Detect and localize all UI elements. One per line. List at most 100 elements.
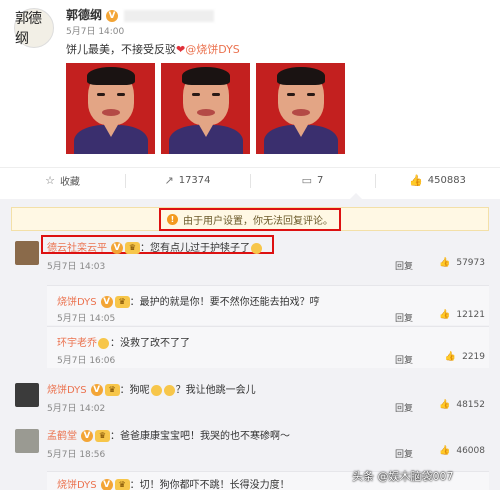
comment-text: 烧饼DYS V ♛ ：最护的就是你！要不然你还能去拍戏？哼 <box>57 293 320 308</box>
blurred-region <box>124 9 215 22</box>
comment-time: 5月7日 16:06 <box>57 356 116 366</box>
heart-icon: ❤ <box>176 43 186 56</box>
photo-grid <box>66 63 345 154</box>
comment-time: 5月7日 14:02 <box>47 404 106 414</box>
thumbs-up-icon: 👍 <box>439 310 451 320</box>
like-count: 450883 <box>427 175 466 186</box>
comment-body: ：切！狗你都吓不跳！长得没力度！ <box>129 480 290 490</box>
comment-body: ：您有点儿过于护犊子了 <box>140 243 250 254</box>
post-author-row: 郭德纲 V <box>66 6 215 23</box>
comment-body-continued: ？我让他跳一会儿 <box>175 385 256 396</box>
comment-text: 德云社栾云平 V ♛ ：您有点儿过于护犊子了 <box>47 239 263 254</box>
comment-author[interactable]: 孟鹤堂 <box>47 431 77 442</box>
avatar[interactable]: 郭德纲 <box>14 8 54 48</box>
thumbs-up-icon: 👍 <box>409 174 423 187</box>
avatar[interactable] <box>15 429 39 453</box>
reply-button[interactable]: 回复 <box>395 447 413 460</box>
thumbs-up-icon: 👍 <box>439 400 451 410</box>
emoji-icon <box>163 384 175 396</box>
avatar[interactable] <box>15 383 39 407</box>
comment-author[interactable]: 烧饼DYS <box>57 297 97 308</box>
notice-highlight: ! 由于用户设置，你无法回复评论。 <box>159 207 341 231</box>
thumbs-up-icon: 👍 <box>439 258 451 268</box>
thumbs-up-icon: 👍 <box>444 352 457 362</box>
comment-body: ：最护的就是你！要不然你还能去拍戏？哼 <box>129 297 320 308</box>
comment-count: 7 <box>317 175 324 186</box>
level-badge-icon: ♛ <box>125 242 140 254</box>
comment-author[interactable]: 烧饼DYS <box>57 480 97 490</box>
comment-like-count: 12121 <box>456 310 485 320</box>
comments-section: ! 由于用户设置，你无法回复评论。 德云社栾云平 V ♛ ：您有点儿过于护犊子了 5月7… <box>0 199 500 490</box>
comment-text: 孟鹤堂 V ♛ ：爸爸康康宝宝吧！我哭的也不寒碜啊～ <box>47 427 290 442</box>
comment-like-button[interactable]: 👍 2219 <box>445 352 485 362</box>
comment-author[interactable]: 环宇老乔 <box>57 338 97 349</box>
verified-badge-icon: V <box>100 479 113 490</box>
comment-body: ：爸爸康康宝宝吧！我哭的也不寒碜啊～ <box>110 431 290 442</box>
comment-time: 5月7日 14:05 <box>57 314 116 324</box>
level-badge-icon: ♛ <box>95 430 110 442</box>
level-badge-icon: ♛ <box>104 384 120 396</box>
comment-author[interactable]: 烧饼DYS <box>47 385 87 396</box>
watermark: 头条 @娱木脑袋007 <box>352 470 454 483</box>
notice-text: 由于用户设置，你无法回复评论。 <box>183 215 333 227</box>
comment-item: 德云社栾云平 V ♛ ：您有点儿过于护犊子了 5月7日 14:03 回复 👍 57973 <box>11 235 489 279</box>
avatar[interactable] <box>15 241 39 265</box>
post-text-body: 饼儿最美，不接受反驳 <box>66 43 176 56</box>
post-action-bar: ☆ 收藏 ↗ 17374 ▭ 7 👍 450883 <box>0 167 500 193</box>
post-photo[interactable] <box>161 63 250 154</box>
sub-comment-item: 环宇老乔 ：没救了改不了了 5月7日 16:06 回复 👍 2219 <box>47 326 489 368</box>
reply-button[interactable]: 回复 <box>395 353 413 366</box>
favorite-label: 收藏 <box>59 177 80 188</box>
post-text: 饼儿最美，不接受反驳❤@烧饼DYS <box>66 41 240 57</box>
comment-like-count: 46008 <box>456 446 485 456</box>
comment-button[interactable]: ▭ 7 <box>250 168 375 193</box>
post-photo[interactable] <box>66 63 155 154</box>
comment-item: 烧饼DYS V ♛ ：狗呢 ？我让他跳一会儿 5月7日 14:02 回复 👍 48152 <box>11 381 489 421</box>
thumbs-up-icon: 👍 <box>439 446 451 456</box>
comment-icon: ▭ <box>301 174 313 187</box>
reply-button[interactable]: 回复 <box>395 401 413 414</box>
comment-author[interactable]: 德云社栾云平 <box>47 243 107 254</box>
comment-like-count: 57973 <box>456 258 485 268</box>
post-author-name[interactable]: 郭德纲 <box>66 8 102 22</box>
reply-button[interactable]: 回复 <box>395 311 413 324</box>
post-meta: 5月7日 14:00 <box>66 27 125 37</box>
reply-disabled-notice: ! 由于用户设置，你无法回复评论。 <box>11 207 489 231</box>
emoji-icon <box>98 337 109 349</box>
verified-badge-icon: V <box>90 384 103 396</box>
comment-body: ：狗呢 <box>119 385 150 396</box>
repost-icon: ↗ <box>164 174 174 187</box>
like-button[interactable]: 👍 450883 <box>375 168 500 193</box>
comment-text: 烧饼DYS V ♛ ：狗呢 ？我让他跳一会儿 <box>47 381 256 396</box>
repost-button[interactable]: ↗ 17374 <box>125 168 250 193</box>
verified-badge-icon: V <box>111 242 123 254</box>
emoji-icon <box>251 242 262 254</box>
verified-badge-icon: V <box>81 430 93 442</box>
emoji-icon <box>150 384 162 396</box>
repost-count: 17374 <box>178 175 211 186</box>
comment-text: 烧饼DYS V ♛ ：切！狗你都吓不跳！长得没力度！ <box>57 476 290 490</box>
comment-text: 环宇老乔 ：没救了改不了了 <box>57 334 190 349</box>
comment-like-button[interactable]: 👍 57973 <box>439 258 485 268</box>
comment-like-button[interactable]: 👍 12121 <box>439 310 485 320</box>
comment-like-button[interactable]: 👍 46008 <box>439 446 485 456</box>
verified-badge-icon: V <box>100 296 113 308</box>
sub-comment-item: 烧饼DYS V ♛ ：最护的就是你！要不然你还能去拍戏？哼 5月7日 14:05 回复… <box>47 285 489 325</box>
level-badge-icon: ♛ <box>114 296 130 308</box>
favorite-button[interactable]: ☆ 收藏 <box>0 168 125 193</box>
verified-badge-icon: V <box>106 9 119 22</box>
comment-body: ：没救了改不了了 <box>110 338 190 349</box>
star-icon: ☆ <box>45 174 55 187</box>
comment-time: 5月7日 14:03 <box>47 262 106 272</box>
warning-icon: ! <box>167 213 178 225</box>
mention-link[interactable]: @烧饼DYS <box>185 43 240 56</box>
weibo-post: 郭德纲 郭德纲 V 5月7日 14:00 饼儿最美，不接受反驳❤@烧饼DYS <box>0 0 500 160</box>
level-badge-icon: ♛ <box>114 479 130 490</box>
reply-button[interactable]: 回复 <box>395 259 413 272</box>
comment-like-button[interactable]: 👍 48152 <box>439 400 485 410</box>
comment-time: 5月7日 18:56 <box>47 450 106 460</box>
comment-item: 孟鹤堂 V ♛ ：爸爸康康宝宝吧！我哭的也不寒碜啊～ 5月7日 18:56 回复 👍 4… <box>11 427 489 467</box>
comment-like-count: 48152 <box>456 400 485 410</box>
post-photo[interactable] <box>256 63 345 154</box>
comment-like-count: 2219 <box>462 352 485 362</box>
